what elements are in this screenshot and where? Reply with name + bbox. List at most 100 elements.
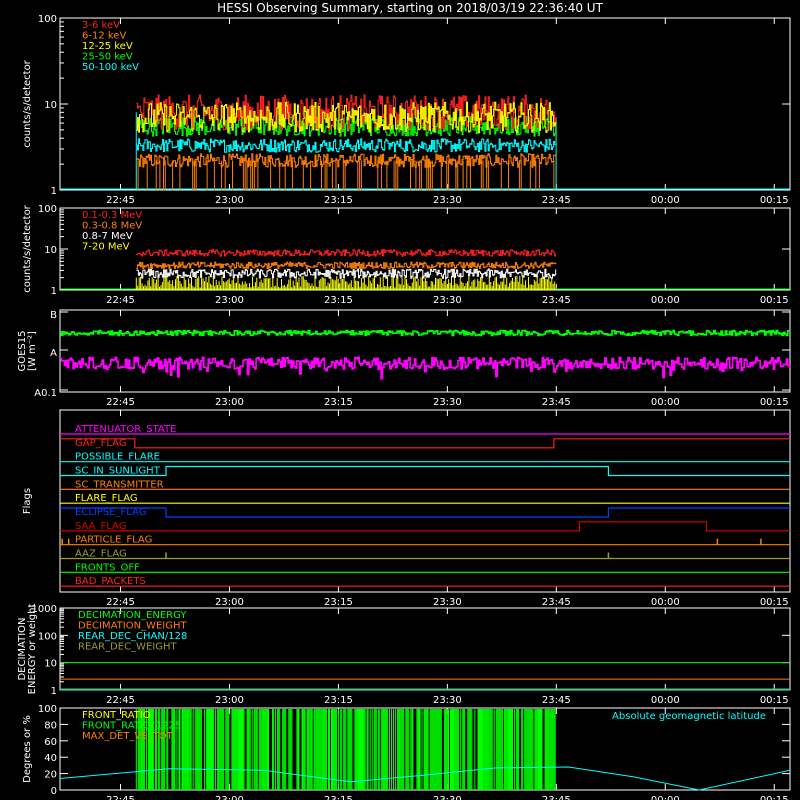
legend-entry: FRONT_RATIO_1225	[82, 721, 181, 732]
flag-label: FRONTS_OFF	[75, 562, 140, 573]
x-tick-label: 23:30	[433, 295, 462, 306]
series-4	[136, 138, 557, 153]
x-tick-label: 23:45	[542, 397, 571, 408]
legend-entry: 0.8-7 MeV	[82, 231, 133, 242]
hessi-summary-chart: HESSI Observing Summary, starting on 201…	[17, 1, 791, 800]
y-tick-label: 20	[44, 770, 57, 781]
panel-count-rates-high: 22:45 23:00 23:15 23:30 23:45 00:00 00:15 count…	[22, 204, 791, 306]
flag-label: ATTENUATOR_STATE	[75, 424, 176, 435]
legend-entry: 7-20 MeV	[82, 242, 130, 253]
goes-series-1	[60, 356, 791, 380]
y-axis-label: counts/s/detector	[22, 59, 33, 147]
x-tick-label: 00:00	[651, 195, 680, 206]
y-axis-label: counts/s/detector	[22, 204, 33, 292]
legend-entry: DECIMATION_WEIGHT	[78, 621, 187, 632]
legend-entry: 6-12 keV	[82, 31, 126, 42]
flag-label: POSSIBLE_FLARE	[75, 452, 160, 463]
x-tick-label: 23:00	[215, 795, 244, 800]
legend-entry: 12-25 keV	[82, 41, 133, 52]
x-tick-label: 23:30	[433, 597, 462, 608]
panel-ratios: 22:45 23:00 23:15 23:30 23:45 00:00 00:15 Degre…	[22, 704, 791, 800]
x-tick-label: 22:45	[106, 597, 135, 608]
x-tick-label: 23:00	[215, 195, 244, 206]
x-tick-label: 00:00	[651, 695, 680, 706]
y-tick-label: 100	[38, 204, 57, 215]
legend-entry: REAR_DEC_CHAN/128	[78, 631, 187, 642]
x-tick-label: 22:45	[106, 295, 135, 306]
x-tick-label: 23:15	[324, 695, 353, 706]
x-tick-label: 22:45	[106, 695, 135, 706]
flag-line	[60, 465, 790, 477]
flag-line	[60, 507, 790, 518]
y-axis-label: Degrees or %	[22, 715, 33, 783]
y-tick-label: 1000	[32, 604, 57, 615]
x-tick-label: 23:00	[215, 597, 244, 608]
x-tick-label: 23:15	[324, 397, 353, 408]
flag-line	[60, 521, 790, 532]
x-tick-label: 23:45	[542, 195, 571, 206]
x-tick-label: 23:15	[324, 795, 353, 800]
legend-entry: 50-100 keV	[82, 62, 139, 73]
legend-entry: 3-6 keV	[82, 20, 120, 31]
x-tick-label: 23:30	[433, 695, 462, 706]
flag-label: GAP_FLAG	[75, 438, 127, 449]
flag-line	[60, 438, 790, 449]
y-tick-label: 100	[38, 704, 57, 715]
x-tick-label: 23:45	[542, 695, 571, 706]
series-0	[136, 249, 557, 257]
y-tick-label: 10	[44, 100, 57, 111]
y-axis-label: ENERGY or weight	[27, 604, 38, 695]
x-tick-label: 23:00	[215, 397, 244, 408]
y-tick-label: 100	[38, 14, 57, 25]
x-tick-label: 00:15	[760, 695, 789, 706]
panel-goes: 22:45 23:00 23:15 23:30 23:45 00:00 00:15GOES1…	[17, 309, 791, 408]
flag-label: FLARE_FLAG	[75, 493, 138, 504]
x-tick-label: 00:15	[760, 397, 789, 408]
x-tick-label: 23:30	[433, 397, 462, 408]
y-tick-label: 80	[44, 720, 57, 731]
y-tick-label: 10	[44, 245, 57, 256]
panel-frame	[59, 207, 791, 291]
y-tick-label: 1	[51, 286, 57, 297]
legend-entry: REAR_DEC_WEIGHT	[78, 642, 177, 653]
x-tick-label: 23:15	[324, 195, 353, 206]
flag-label: AAZ_FLAG	[75, 549, 127, 560]
panel-count-rates-low: 22:45 23:00 23:15 23:30 23:45 00:00 00:15 count…	[22, 14, 791, 206]
x-tick-label: 23:15	[324, 597, 353, 608]
series-1	[136, 261, 557, 269]
x-tick-label: 23:45	[542, 597, 571, 608]
panel-frame	[59, 409, 791, 593]
legend-entry: Absolute geomagnetic latitude	[612, 711, 766, 722]
legend-entry: MAX_DET_VS_TOT	[82, 731, 174, 742]
y-tick-label: 1	[51, 686, 57, 697]
flag-label: SAA_FLAG	[75, 521, 126, 532]
x-tick-label: 23:45	[542, 795, 571, 800]
panel-decimation: 22:45 23:00 23:15 23:30 23:45 00:00 00:15 DECIM…	[17, 604, 791, 706]
flag-label: PARTICLE_FLAG	[75, 535, 152, 546]
y-tick-label: 0	[51, 786, 57, 797]
flag-label: SC_TRANSMITTER	[75, 479, 164, 490]
y-tick-label: 40	[44, 753, 57, 764]
flag-label: SC_IN_SUNLIGHT	[75, 466, 161, 477]
x-tick-label: 23:15	[324, 295, 353, 306]
x-tick-label: 23:45	[542, 295, 571, 306]
x-tick-label: 00:15	[760, 795, 789, 800]
y-axis-label: [W m⁻²]	[27, 331, 38, 371]
panel-frame	[59, 309, 791, 393]
legend-entry: 25-50 keV	[82, 52, 133, 63]
x-tick-label: 00:15	[760, 295, 789, 306]
legend-entry: DECIMATION_ENERGY	[78, 610, 187, 621]
x-tick-label: 00:00	[651, 795, 680, 800]
x-tick-label: 23:30	[433, 795, 462, 800]
y-axis-label: Flags	[22, 488, 33, 514]
series-2	[136, 268, 557, 279]
y-tick-label: A0.1	[34, 388, 57, 399]
x-tick-label: 00:15	[760, 195, 789, 206]
x-tick-label: 00:00	[651, 397, 680, 408]
legend-entry: FRONT_RATIO	[82, 710, 151, 721]
y-tick-label: 100	[38, 631, 57, 642]
y-tick-label: A	[50, 348, 57, 359]
flag-label: BAD_PACKETS	[75, 576, 146, 587]
y-tick-label: 60	[44, 737, 57, 748]
y-tick-label: 1	[51, 186, 57, 197]
